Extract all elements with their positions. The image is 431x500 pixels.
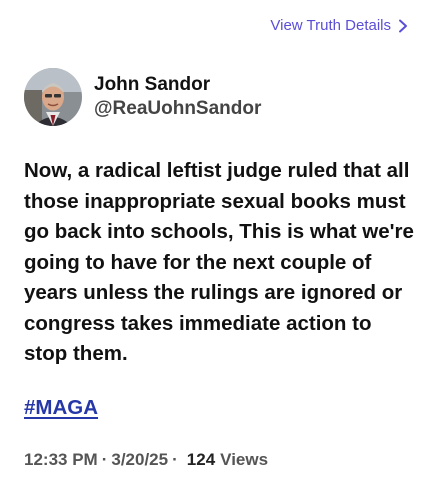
post-meta: 12:33 PM · 3/20/25 · 124 Views xyxy=(24,450,268,470)
avatar[interactable] xyxy=(24,68,82,126)
views-count: 124 xyxy=(186,450,216,469)
post-body-text: Now, a radical leftist judge ruled that … xyxy=(24,159,414,365)
view-truth-details-label: View Truth Details xyxy=(270,17,391,34)
post-date: 3/20/25 xyxy=(111,450,169,469)
author-display-name[interactable]: John Sandor xyxy=(94,73,261,97)
meta-separator: · xyxy=(172,450,178,469)
view-truth-details-link[interactable]: View Truth Details xyxy=(270,17,409,34)
post-author: John Sandor @ReaUohnSandor xyxy=(24,68,261,126)
chevron-right-icon xyxy=(399,19,407,32)
views-label: Views xyxy=(220,450,269,469)
post-time: 12:33 PM xyxy=(24,450,98,469)
meta-separator: · xyxy=(101,450,108,469)
author-handle[interactable]: @ReaUohnSandor xyxy=(94,97,261,121)
hashtag-link[interactable]: #MAGA xyxy=(24,396,98,420)
